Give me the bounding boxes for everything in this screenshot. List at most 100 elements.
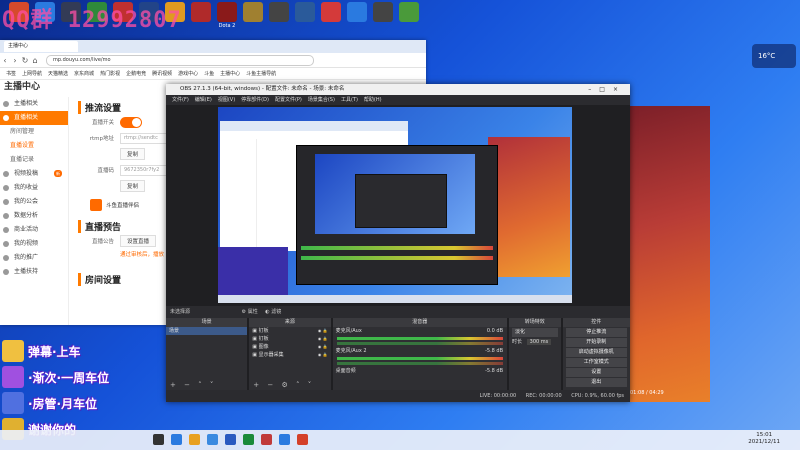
properties-button[interactable]: 属性: [248, 309, 258, 315]
taskbar-app-icon[interactable]: [171, 434, 182, 445]
danmaku-text: 弹幕·上车: [28, 344, 81, 359]
obs-menu-item[interactable]: 配置文件(P): [275, 97, 302, 103]
watermark-text: QQ群 12992807: [2, 8, 182, 33]
obs-control-button[interactable]: 启动虚拟摄像机: [565, 348, 627, 357]
sidebar-item[interactable]: 我的收益: [0, 181, 68, 195]
mixer-channel-2: 麦克风/Aux 2 -5.8 dB: [333, 347, 507, 355]
bookmark-item[interactable]: 企鹅电竞: [126, 70, 146, 77]
controls-dock: 控件 停止推流 开始录制 启动虚拟摄像机 工作室模式 设置 退出: [562, 318, 630, 390]
filter-icon[interactable]: ◐: [265, 309, 269, 315]
taskbar-app-icon[interactable]: [297, 434, 308, 445]
copy-rtmp-button[interactable]: 复制: [120, 148, 146, 160]
live-status: LIVE: 00:00:00: [479, 393, 517, 399]
bookmark-item[interactable]: 书签: [6, 70, 16, 77]
copy-code-button[interactable]: 复制: [120, 180, 146, 192]
bookmark-item[interactable]: 热门影视: [100, 70, 120, 77]
obs-window[interactable]: OBS 27.1.3 (64-bit, windows) - 配置文件: 未命名…: [166, 84, 630, 402]
app-icon: [347, 2, 367, 22]
sidebar-item[interactable]: 直播相关: [0, 111, 68, 125]
sidebar-item[interactable]: 视频投稿 新: [0, 167, 68, 181]
back-icon[interactable]: ‹: [0, 56, 10, 65]
sidebar-item[interactable]: 我的推广: [0, 251, 68, 265]
bookmark-item[interactable]: 斗鱼主播导航: [246, 70, 276, 77]
taskbar-app-icon[interactable]: [279, 434, 290, 445]
mixer-channel-3: 桌面音频 -5.8 dB: [333, 367, 507, 375]
sidebar-item[interactable]: 房间管理: [0, 125, 68, 139]
obs-menu-item[interactable]: 停靠部件(D): [241, 97, 269, 103]
desktop-icon[interactable]: [394, 2, 424, 23]
sidebar-item[interactable]: 数据分析: [0, 209, 68, 223]
source-item[interactable]: ▣ 显示器采集 ◉ 🔒: [249, 351, 330, 359]
obs-control-button[interactable]: 设置: [565, 368, 627, 377]
obs-preview[interactable]: [218, 107, 572, 303]
obs-menu-item[interactable]: 工具(T): [341, 97, 358, 103]
mixer-ch1-slider[interactable]: [336, 342, 504, 345]
source-item[interactable]: ▣ 钉板 ◉ 🔒: [249, 335, 330, 343]
refresh-icon[interactable]: ↻: [20, 56, 30, 65]
visibility-icon[interactable]: ◉ 🔒: [318, 327, 328, 335]
live-switch-toggle[interactable]: [120, 116, 142, 128]
transition-select[interactable]: 淡化: [512, 328, 558, 337]
visibility-icon[interactable]: ◉ 🔒: [318, 335, 328, 343]
sidebar-item[interactable]: 直播记录: [0, 153, 68, 167]
forward-icon[interactable]: ›: [10, 56, 20, 65]
app-icon: [373, 2, 393, 22]
taskbar-clock[interactable]: 15:01 2021/12/11: [748, 432, 780, 446]
filters-button[interactable]: 滤镜: [271, 309, 281, 315]
visibility-icon[interactable]: ◉ 🔒: [318, 351, 328, 359]
obs-menu-item[interactable]: 编辑(E): [195, 97, 212, 103]
gear-icon[interactable]: ⚙: [242, 309, 246, 315]
weather-widget[interactable]: 16°C: [752, 44, 796, 68]
duration-input[interactable]: 300 ms: [526, 339, 552, 345]
taskbar-app-icon[interactable]: [225, 434, 236, 445]
taskbar-app-icon[interactable]: [207, 434, 218, 445]
browser-tab[interactable]: 主播中心: [4, 41, 78, 52]
mixer-ch2-meter[interactable]: [336, 357, 504, 360]
scenes-header: 场景: [166, 318, 248, 327]
window-controls-icon[interactable]: –□×: [588, 84, 626, 95]
source-item[interactable]: ▣ 图像 ◉ 🔒: [249, 343, 330, 351]
promo-text[interactable]: 斗鱼直播伴侣: [106, 201, 139, 209]
obs-menu-item[interactable]: 场景集合(S): [308, 97, 335, 103]
url-input[interactable]: mp.douyu.com/live/mo: [46, 54, 314, 66]
obs-control-button[interactable]: 开始录制: [565, 338, 627, 347]
sidebar-item[interactable]: 我的公会: [0, 195, 68, 209]
bookmark-item[interactable]: 天猫精选: [48, 70, 68, 77]
bookmark-item[interactable]: 腾讯视频: [152, 70, 172, 77]
obs-control-button[interactable]: 停止推流: [565, 328, 627, 337]
source-item[interactable]: ▣ 钉板 ◉ 🔒: [249, 327, 330, 335]
obs-control-button[interactable]: 工作室模式: [565, 358, 627, 367]
taskbar-app-icon[interactable]: [189, 434, 200, 445]
sidebar-item[interactable]: 商业活动: [0, 223, 68, 237]
home-icon[interactable]: ⌂: [30, 56, 40, 65]
obs-menu-item[interactable]: 视图(V): [218, 97, 235, 103]
sidebar-item[interactable]: 我的视频: [0, 237, 68, 251]
bookmark-item[interactable]: 斗鱼: [204, 70, 214, 77]
sidebar-item[interactable]: 主播相关: [0, 97, 68, 111]
mixer-ch1-db: 0.0 dB: [486, 328, 504, 334]
taskbar-app-icon[interactable]: [153, 434, 164, 445]
scene-item[interactable]: 场景: [166, 327, 248, 335]
source-controls-icon[interactable]: + − ⚙ ˄ ˅: [249, 380, 330, 390]
bookmark-item[interactable]: 游戏中心: [178, 70, 198, 77]
taskbar-app-icon[interactable]: [243, 434, 254, 445]
obs-statusbar: LIVE: 00:00:00 REC: 00:00:00 CPU: 0.9%, …: [166, 390, 630, 402]
mixer-ch1-meter[interactable]: [336, 337, 504, 340]
source-item-label: 显示器采集: [258, 352, 284, 358]
obs-menu-item[interactable]: 文件(F): [172, 97, 189, 103]
taskbar-app-icon[interactable]: [261, 434, 272, 445]
set-notice-button[interactable]: 设置直播: [120, 235, 157, 247]
avatar: [2, 340, 24, 362]
obs-control-button[interactable]: 退出: [565, 378, 627, 387]
duration-row: 时长 300 ms: [509, 338, 561, 346]
obs-menu-item[interactable]: 帮助(H): [364, 97, 382, 103]
bookmark-item[interactable]: 上网导航: [22, 70, 42, 77]
sidebar-item[interactable]: 直播设置: [0, 139, 68, 153]
sidebar-item[interactable]: 主播扶持: [0, 265, 68, 279]
visibility-icon[interactable]: ◉ 🔒: [318, 343, 328, 351]
mixer-ch2-slider[interactable]: [336, 362, 504, 365]
bookmark-item[interactable]: 京东商城: [74, 70, 94, 77]
code-label: 直播码: [97, 168, 114, 174]
bookmark-item[interactable]: 主播中心: [220, 70, 240, 77]
weather-temp: 16°C: [758, 52, 776, 60]
